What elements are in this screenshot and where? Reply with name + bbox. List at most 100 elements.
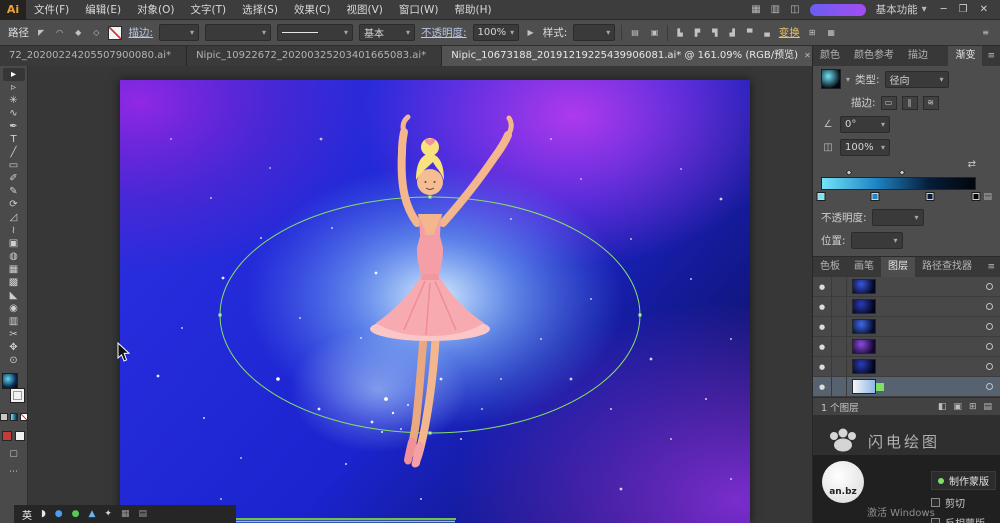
gradient-type-dropdown[interactable]: 径向 ▾ — [885, 71, 949, 88]
visibility-eye-icon[interactable]: ● — [813, 337, 832, 356]
make-mask-icon[interactable]: ◧ — [938, 402, 947, 412]
layer-row[interactable]: ● — [813, 337, 1000, 357]
panel-tab[interactable]: 描边 — [901, 46, 935, 66]
brush-dropdown[interactable]: 基本▾ — [359, 24, 415, 41]
gradient-across-stroke-icon[interactable]: ≋ — [923, 96, 939, 110]
arrange-documents-icon[interactable]: ▥ — [771, 4, 780, 15]
layer-row[interactable]: ● — [813, 357, 1000, 377]
document-tab[interactable]: 72_20200224205507900080.ai* — [0, 46, 187, 66]
visibility-eye-icon[interactable]: ● — [813, 377, 832, 396]
visibility-eye-icon[interactable]: ● — [813, 277, 832, 296]
stop-position-dropdown[interactable]: ▾ — [851, 232, 903, 249]
tab-gradient[interactable]: 渐变 — [948, 46, 982, 66]
lasso-tool[interactable]: ∿ — [3, 107, 25, 120]
align-icon[interactable]: ▟ — [727, 26, 738, 40]
gradient-ratio-dropdown[interactable]: 100% ▾ — [840, 139, 890, 156]
fill-none-swatch[interactable] — [108, 26, 122, 40]
lock-cell[interactable] — [832, 357, 847, 376]
menu-item[interactable]: 文件(F) — [26, 0, 77, 20]
none-button[interactable] — [20, 413, 28, 421]
gradient-angle-dropdown[interactable]: 0° ▾ — [840, 116, 890, 133]
stroke-color-swatch[interactable] — [10, 388, 25, 403]
mesh-tool[interactable]: ▦ — [3, 263, 25, 276]
promo-pill[interactable] — [810, 4, 866, 16]
arrange-icon[interactable]: ▦ — [824, 25, 838, 40]
pinned-app-2[interactable]: ▤ — [138, 509, 147, 519]
lock-cell[interactable] — [832, 317, 847, 336]
delete-layer-icon[interactable]: ▤ — [983, 402, 992, 412]
hide-handles-icon[interactable]: ◇ — [90, 25, 102, 40]
reverse-gradient-icon[interactable]: ⇄ — [968, 159, 976, 170]
new-sublayer-icon[interactable]: ▣ — [953, 402, 962, 412]
workspace-switcher[interactable]: 基本功能 ▾ — [876, 2, 927, 17]
menu-item[interactable]: 视图(V) — [339, 0, 391, 20]
zoom-tool[interactable]: ⊙ — [3, 354, 25, 367]
gradient-bar[interactable] — [821, 177, 976, 190]
panel-menu-icon[interactable]: ≡ — [982, 257, 1000, 277]
menu-item[interactable]: 选择(S) — [234, 0, 286, 20]
visibility-eye-icon[interactable]: ● — [813, 357, 832, 376]
align-icon[interactable]: ▙ — [674, 26, 685, 40]
screen-mode-icon[interactable]: ▢ — [9, 449, 18, 459]
pencil-tool[interactable]: ✎ — [3, 185, 25, 198]
layer-row[interactable]: ● — [813, 297, 1000, 317]
type-tool[interactable]: T — [3, 133, 25, 146]
panel-tab[interactable]: 色板 — [813, 257, 847, 277]
layer-row[interactable]: ● — [813, 317, 1000, 337]
free-transform-tool[interactable]: ▣ — [3, 237, 25, 250]
gradient-midpoint[interactable] — [898, 169, 905, 176]
close-tab-icon[interactable]: ✕ — [804, 46, 811, 66]
panel-tab[interactable]: 图层 — [881, 257, 915, 277]
menu-item[interactable]: 效果(C) — [286, 0, 339, 20]
target-circle-icon[interactable] — [986, 363, 993, 370]
tray-icon-triangle[interactable]: ▲ — [88, 509, 95, 519]
align-icon[interactable]: ▜ — [709, 26, 720, 40]
gradient-swatch[interactable] — [821, 69, 841, 89]
target-circle-icon[interactable] — [986, 323, 993, 330]
style-dropdown[interactable]: ▾ — [573, 24, 615, 41]
panel-tab[interactable]: 路径查找器 — [915, 257, 979, 277]
shape-builder-tool[interactable]: ◍ — [3, 250, 25, 263]
document-tab[interactable]: Nipic_10922672_20200325203401665083.ai* — [187, 46, 442, 66]
variable-width-dropdown[interactable]: ▾ — [277, 24, 353, 41]
direct-selection-tool[interactable]: ▹ — [3, 81, 25, 94]
fill-stroke-swatches[interactable] — [1, 373, 27, 409]
document-grid-icon[interactable]: ◫ — [790, 4, 799, 15]
visibility-eye-icon[interactable]: ● — [813, 317, 832, 336]
panel-tab[interactable]: 颜色参考 — [847, 46, 901, 66]
gradient-along-stroke-icon[interactable]: ∥ — [902, 96, 918, 110]
menu-item[interactable]: 编辑(E) — [77, 0, 129, 20]
invert-mask-checkbox-row[interactable]: 反相蒙版 — [931, 515, 985, 523]
draw-mode-white-swatch[interactable] — [15, 431, 25, 441]
toolbar-more-icon[interactable]: ⋯ — [9, 467, 18, 477]
gradient-stop[interactable] — [972, 192, 981, 201]
lock-cell[interactable] — [832, 337, 847, 356]
visibility-eye-icon[interactable]: ● — [813, 297, 832, 316]
delete-stop-icon[interactable]: ▤ — [983, 192, 992, 202]
chevron-down-icon[interactable]: ▾ — [846, 75, 850, 84]
align-icon[interactable]: ▀ — [744, 26, 755, 40]
target-circle-icon[interactable] — [986, 343, 993, 350]
rectangle-tool[interactable]: ▭ — [3, 159, 25, 172]
convert-anchor-smooth-icon[interactable]: ◠ — [53, 25, 66, 40]
panel-tab[interactable]: 颜色 — [813, 46, 847, 66]
gradient-within-stroke-icon[interactable]: ▭ — [881, 96, 897, 110]
target-circle-icon[interactable] — [986, 383, 993, 390]
stop-opacity-dropdown[interactable]: ▾ — [872, 209, 924, 226]
layer-row[interactable]: ● — [813, 377, 1000, 397]
minimize-button[interactable]: ─ — [941, 4, 947, 15]
ime-indicator[interactable]: 英 — [22, 507, 32, 522]
convert-anchor-corner-icon[interactable]: ◤ — [35, 25, 47, 40]
pinned-app-1[interactable]: ▦ — [121, 509, 130, 519]
tray-icon-star[interactable]: ✦ — [104, 509, 112, 519]
isolate-icon[interactable]: ⊞ — [806, 25, 819, 40]
fill-color-swatch[interactable] — [2, 373, 18, 389]
make-mask-button[interactable]: 制作蒙版 — [931, 471, 996, 490]
panel-menu-icon[interactable]: ≡ — [982, 46, 1000, 66]
gradient-button[interactable] — [10, 413, 18, 421]
magic-wand-tool[interactable]: ✳ — [3, 94, 25, 107]
gradient-stop[interactable] — [817, 192, 826, 201]
target-circle-icon[interactable] — [986, 303, 993, 310]
scale-tool[interactable]: ◿ — [3, 211, 25, 224]
stroke-color-dropdown[interactable]: ▾ — [159, 24, 199, 41]
